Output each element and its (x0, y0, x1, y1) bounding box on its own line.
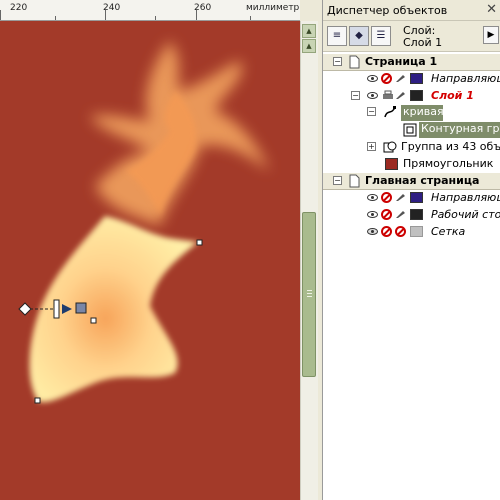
collapse-icon[interactable]: − (351, 91, 360, 100)
scroll-grip-icon (307, 290, 312, 291)
show-properties-icon[interactable]: ≡ (327, 26, 347, 46)
ruler-tick (55, 16, 56, 20)
layer-color-swatch[interactable] (410, 226, 423, 237)
tree-row-rectangle[interactable]: Прямоугольник (323, 156, 500, 172)
curve-selection-highlight: кривая (401, 105, 444, 121)
rectangle-label: Прямоугольник (403, 157, 494, 170)
rectangle-icon (385, 158, 398, 170)
collapse-icon[interactable]: − (333, 57, 342, 66)
group-icon (383, 141, 397, 153)
master-page-label: Главная страница (365, 174, 480, 187)
tree-row-master-guides[interactable]: Направляющ (323, 190, 500, 206)
visibility-eye-icon[interactable] (367, 211, 378, 218)
tree-row-guides[interactable]: Направляющ (323, 71, 500, 87)
close-icon[interactable]: ✕ (486, 2, 497, 17)
panel-title: Диспетчер объектов (327, 4, 448, 17)
scroll-up-arrow-icon[interactable]: ▲ (302, 24, 316, 38)
scroll-page-up-icon[interactable]: ▲ (302, 39, 316, 53)
tree-row-desktop[interactable]: Рабочий стол (323, 207, 500, 223)
page-icon (349, 55, 360, 69)
expand-icon[interactable]: + (367, 142, 376, 151)
layer-manager-view-icon[interactable]: ☰ (371, 26, 391, 46)
current-layer-name: Слой 1 (403, 36, 443, 49)
layer-color-swatch[interactable] (410, 209, 423, 220)
flame-smoke-shape (90, 41, 270, 226)
curve-node[interactable] (90, 317, 97, 324)
guides-label: Направляющ (431, 72, 500, 85)
tree-row-grid[interactable]: Сетка (323, 224, 500, 240)
contour-group-icon (403, 123, 417, 137)
ruler-label-220: 220 (10, 3, 28, 13)
tree-row-contour-group[interactable]: Контурная груп (323, 122, 500, 138)
ruler-tick (0, 10, 1, 20)
print-disabled-icon[interactable] (381, 192, 392, 203)
print-disabled-icon[interactable] (381, 73, 392, 84)
ruler-label-260: 260 (194, 3, 212, 13)
panel-menu-arrow-icon[interactable]: ▶ (483, 26, 499, 44)
visibility-eye-icon[interactable] (367, 228, 378, 235)
object-manager-panel: Диспетчер объектов ✕ ≡ ◆ ☰ Слой: Слой 1 … (322, 0, 500, 500)
ruler-label-240: 240 (103, 3, 121, 13)
ruler-units: миллиметры (246, 3, 300, 13)
layer-color-swatch[interactable] (410, 73, 423, 84)
visibility-eye-icon[interactable] (367, 194, 378, 201)
edit-pencil-icon[interactable] (395, 74, 406, 83)
printer-icon[interactable] (381, 89, 395, 103)
current-layer-label: Слой: Слой 1 (403, 25, 442, 49)
edit-pencil-icon[interactable] (395, 210, 406, 219)
horizontal-ruler[interactable]: 220 240 260 миллиметры (0, 0, 300, 21)
contour-selection-highlight: Контурная груп (419, 122, 500, 138)
drawing-canvas[interactable] (0, 21, 300, 500)
object-tree: − Страница 1 Направляющ − Слой 1 − крива… (323, 52, 500, 500)
print-disabled-icon[interactable] (381, 226, 392, 237)
print-disabled-icon[interactable] (381, 209, 392, 220)
layer1-label: Слой 1 (431, 89, 474, 102)
tree-row-group43[interactable]: + Группа из 43 объек (323, 139, 500, 155)
page1-label: Страница 1 (365, 55, 438, 68)
ruler-tick (250, 16, 251, 20)
curve-label: кривая (403, 105, 444, 118)
collapse-icon[interactable]: − (333, 176, 342, 185)
page-icon (349, 174, 360, 188)
visibility-eye-icon[interactable] (367, 92, 378, 99)
node-handle[interactable] (53, 299, 60, 319)
panel-toolbar: ≡ ◆ ☰ Слой: Слой 1 ▶ (323, 21, 500, 52)
desktop-label: Рабочий стол (431, 208, 500, 221)
edit-disabled-icon[interactable] (395, 226, 406, 237)
ruler-tick (155, 16, 156, 20)
visibility-eye-icon[interactable] (367, 75, 378, 82)
curve-node[interactable] (34, 397, 41, 404)
group43-label: Группа из 43 объек (401, 140, 500, 153)
node-square-handle[interactable] (75, 302, 87, 314)
tree-row-master-page[interactable]: − Главная страница (323, 173, 500, 190)
panel-header: Диспетчер объектов ✕ (323, 0, 500, 21)
layer-color-swatch[interactable] (410, 192, 423, 203)
tree-row-curve[interactable]: − кривая (323, 104, 500, 122)
scroll-thumb[interactable] (302, 212, 316, 377)
tree-row-layer1[interactable]: − Слой 1 (323, 88, 500, 104)
master-guides-label: Направляющ (431, 191, 500, 204)
edit-across-layers-icon[interactable]: ◆ (349, 26, 369, 46)
curve-icon (384, 106, 396, 118)
edit-pencil-icon[interactable] (395, 91, 406, 100)
grid-label: Сетка (431, 225, 466, 238)
edit-pencil-icon[interactable] (395, 193, 406, 202)
collapse-icon[interactable]: − (367, 107, 376, 116)
contour-group-label: Контурная груп (421, 122, 500, 135)
tree-row-page1[interactable]: − Страница 1 (323, 54, 500, 71)
curve-node[interactable] (196, 239, 203, 246)
layer-color-swatch[interactable] (410, 90, 423, 101)
vertical-scrollbar[interactable]: ▲ ▲ (300, 21, 318, 500)
control-point-handle[interactable] (18, 302, 32, 316)
